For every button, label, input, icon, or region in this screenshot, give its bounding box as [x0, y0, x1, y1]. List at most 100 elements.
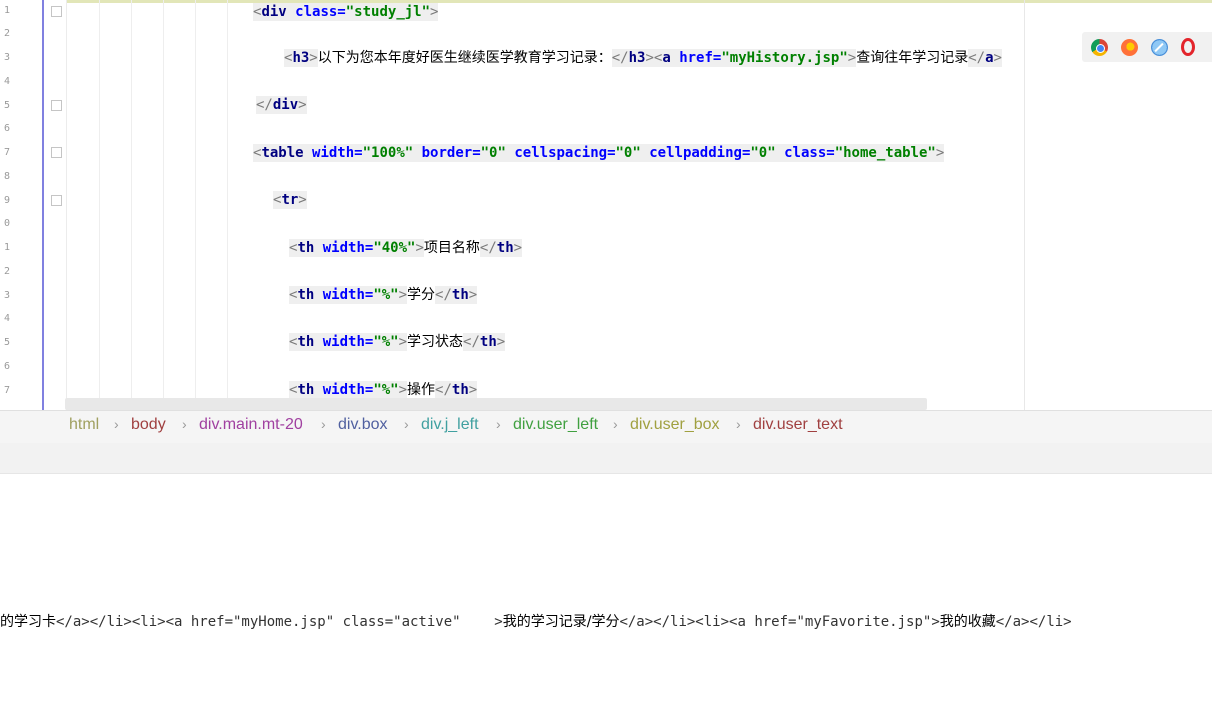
attr-value: "%" [373, 334, 399, 350]
line-number: 6 [3, 123, 10, 134]
code-line-15[interactable]: <th width="%">学习状态</th> [289, 330, 506, 354]
chevron-right-icon: › [404, 416, 409, 432]
breadcrumb-item-div-user-text[interactable]: div.user_text [753, 416, 843, 434]
bracket: > [468, 287, 478, 303]
horizontal-scrollbar[interactable] [65, 398, 927, 410]
bracket: > [993, 50, 1002, 66]
attr-name: class= [775, 145, 835, 161]
text-content: 我的收藏 [939, 614, 996, 630]
bracket: > [298, 97, 307, 113]
code-editor[interactable]: 1 2 3 4 5 6 7 8 9 0 1 2 3 4 5 6 7 <div c… [0, 0, 1212, 410]
tag-name: h3 [628, 50, 646, 66]
line-number-gutter: 1 2 3 4 5 6 7 8 9 0 1 2 3 4 5 6 7 [0, 0, 44, 410]
indent-guide [163, 0, 164, 400]
bracket: </ [463, 334, 480, 350]
safari-icon[interactable] [1151, 39, 1168, 56]
chevron-right-icon: › [114, 416, 119, 432]
attr-name: cellspacing= [505, 145, 616, 161]
tag-name: th [496, 240, 514, 256]
bracket: > [513, 240, 523, 256]
tag-name: div [261, 4, 287, 20]
tag-name: a [985, 50, 994, 66]
breadcrumb-item-html[interactable]: html [69, 416, 99, 434]
breadcrumb-item-div-user-left[interactable]: div.user_left [513, 416, 598, 434]
bracket: > [309, 50, 318, 66]
code-line-3[interactable]: <h3>以下为您本年度好医生继续医学教育学习记录：</h3><a href="m… [284, 46, 1002, 70]
firefox-icon[interactable] [1121, 39, 1138, 56]
chevron-right-icon: › [736, 416, 741, 432]
code-line-9[interactable]: <tr> [273, 188, 307, 212]
fold-marker[interactable] [51, 147, 62, 158]
tag-name: th [479, 334, 497, 350]
text-content: 以下为您本年度好医生继续医学教育学习记录： [317, 50, 612, 66]
panel-divider-bar [0, 443, 1212, 474]
attr-value: "40%" [373, 240, 416, 256]
breadcrumb-item-body[interactable]: body [131, 416, 166, 434]
tag-name: th [297, 287, 315, 303]
line-number: 3 [3, 290, 10, 301]
breadcrumb-item-div-main[interactable]: div.main.mt-20 [199, 416, 303, 434]
code-line-1[interactable]: <div class="study_jl"> [253, 0, 439, 24]
tag-name: th [297, 382, 315, 398]
attr-value: "0" [750, 145, 776, 161]
bracket: </ [968, 50, 986, 66]
tag-name: div [272, 97, 299, 113]
attr-value: "%" [373, 382, 399, 398]
attr-name: width= [303, 145, 363, 161]
text-content: 学习状态 [407, 334, 464, 350]
breadcrumb-item-div-user-box[interactable]: div.user_box [630, 416, 720, 434]
fold-marker[interactable] [51, 6, 62, 17]
bracket: </ [256, 97, 273, 113]
line-number: 1 [3, 5, 10, 16]
indent-guide [195, 0, 196, 400]
chevron-right-icon: › [182, 416, 187, 432]
attr-value: "0" [480, 145, 506, 161]
line-number: 7 [3, 385, 10, 396]
code-line-11[interactable]: <th width="40%">项目名称</th> [289, 236, 523, 260]
line-number: 8 [3, 171, 10, 182]
attr-name: width= [314, 240, 374, 256]
bracket: > [398, 382, 408, 398]
code-line-13[interactable]: <th width="%">学分</th> [289, 283, 478, 307]
bracket: </ [435, 382, 452, 398]
source-preview-line[interactable]: 的学习卡</a></li><li><a href="myHome.jsp" cl… [0, 611, 1072, 631]
attr-value: "0" [615, 145, 641, 161]
attr-value: "home_table" [834, 145, 936, 161]
fold-marker[interactable] [51, 195, 62, 206]
bracket: > [398, 334, 408, 350]
line-number: 3 [3, 52, 10, 63]
opera-icon[interactable] [1181, 38, 1195, 56]
tag-name: a [662, 50, 671, 66]
text-content: 项目名称 [423, 240, 480, 256]
line-number: 2 [3, 266, 10, 277]
right-margin-guide [1024, 0, 1025, 410]
line-number: 1 [3, 242, 10, 253]
line-number: 9 [3, 195, 10, 206]
bracket: > [415, 240, 424, 256]
code-line-7[interactable]: <table width="100%" border="0" cellspaci… [253, 141, 945, 165]
attr-name: class= [286, 4, 346, 20]
editor-top-border [0, 0, 1212, 3]
chevron-right-icon: › [321, 416, 326, 432]
fold-marker[interactable] [51, 100, 62, 111]
text-content: 操作 [407, 382, 436, 398]
text-content: 学分 [407, 287, 436, 303]
indent-guide [99, 0, 100, 400]
breadcrumb-item-div-box[interactable]: div.box [338, 416, 388, 434]
attr-value: "study_jl" [345, 4, 431, 20]
line-number: 7 [3, 147, 10, 158]
tag-name: th [451, 382, 469, 398]
breadcrumb: html › body › div.main.mt-20 › div.box ›… [0, 410, 1212, 444]
line-number: 4 [3, 313, 10, 324]
bracket: > [935, 145, 945, 161]
code-line-5[interactable]: </div> [256, 93, 307, 117]
breadcrumb-item-div-j-left[interactable]: div.j_left [421, 416, 479, 434]
chevron-right-icon: › [613, 416, 618, 432]
bracket: > [430, 4, 439, 20]
markup-text: </a></li><li><a href="myFavorite.jsp"> [619, 614, 940, 630]
chrome-icon[interactable] [1091, 39, 1108, 56]
attr-name: border= [413, 145, 481, 161]
attr-value: "%" [373, 287, 399, 303]
text-content: 我的学习记录/学分 [502, 614, 620, 630]
indent-guide [131, 0, 132, 400]
